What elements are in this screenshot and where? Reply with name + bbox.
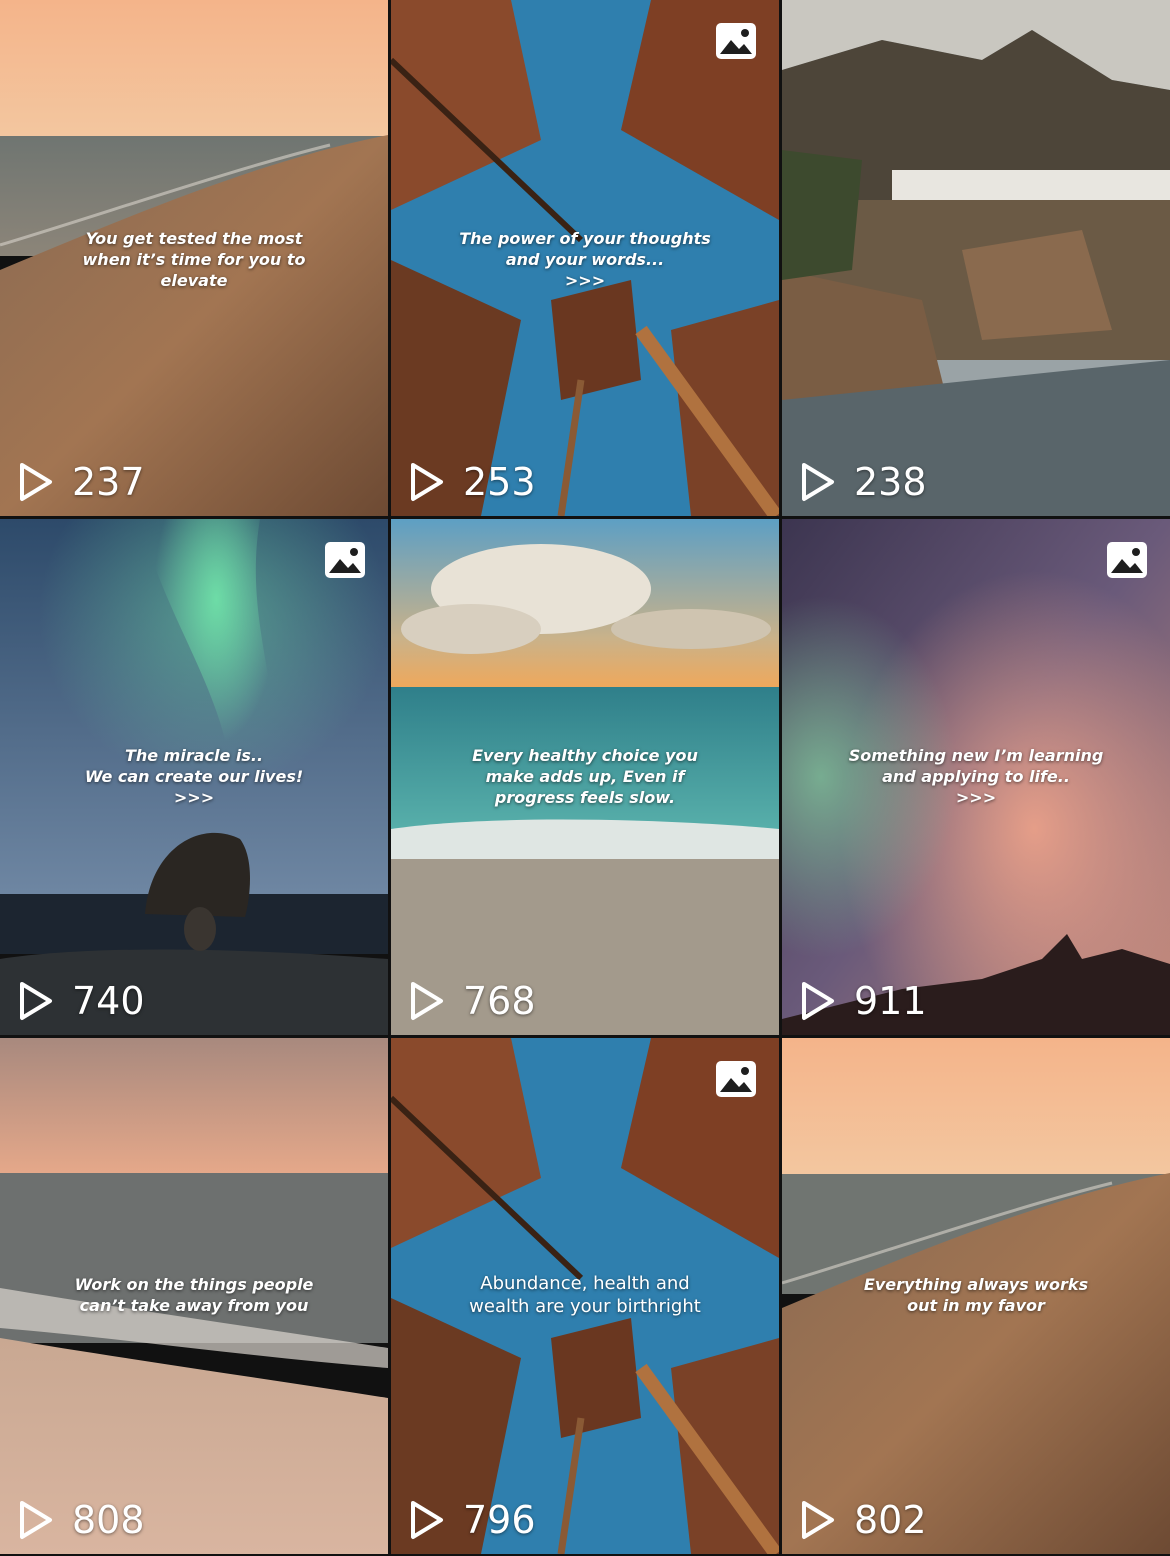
view-count-label: 808 — [72, 1498, 145, 1542]
view-count-label: 911 — [854, 979, 927, 1023]
tile-caption: Abundance, health and wealth are your bi… — [469, 1273, 701, 1317]
video-tile-2[interactable]: The power of your thoughts and your word… — [391, 0, 779, 516]
play-icon — [802, 463, 834, 501]
photo-carousel-icon — [325, 542, 365, 578]
video-tile-1[interactable]: You get tested the most when it’s time f… — [0, 0, 388, 516]
view-count: 740 — [18, 979, 145, 1023]
play-icon — [802, 1501, 834, 1539]
video-grid: You get tested the most when it’s time f… — [0, 0, 1170, 1556]
tile-caption: Work on the things people can’t take awa… — [74, 1275, 314, 1315]
view-count-label: 237 — [72, 460, 145, 504]
view-count: 237 — [18, 460, 145, 504]
tile-caption: The miracle is.. We can create our lives… — [84, 746, 304, 807]
play-icon — [20, 1501, 52, 1539]
view-count-label: 768 — [463, 979, 536, 1023]
view-count-label: 802 — [854, 1498, 927, 1542]
view-count-label: 796 — [463, 1498, 536, 1542]
view-count: 808 — [18, 1498, 145, 1542]
play-icon — [411, 1501, 443, 1539]
tile-caption: Everything always works out in my favor — [863, 1275, 1089, 1315]
photo-carousel-icon — [716, 1061, 756, 1097]
thumbnail-coastal-cliffs — [782, 0, 1170, 516]
play-icon — [20, 463, 52, 501]
tile-caption: Every healthy choice you make adds up, E… — [472, 746, 698, 807]
view-count: 911 — [800, 979, 927, 1023]
video-tile-9[interactable]: Everything always works out in my favor … — [782, 1038, 1170, 1554]
play-icon — [20, 982, 52, 1020]
video-tile-5[interactable]: Every healthy choice you make adds up, E… — [391, 519, 779, 1035]
view-count: 768 — [409, 979, 536, 1023]
play-icon — [802, 982, 834, 1020]
view-count-label: 238 — [854, 460, 927, 504]
play-icon — [411, 982, 443, 1020]
view-count: 796 — [409, 1498, 536, 1542]
tile-caption: You get tested the most when it’s time f… — [82, 229, 306, 290]
video-tile-7[interactable]: Work on the things people can’t take awa… — [0, 1038, 388, 1554]
view-count-label: 253 — [463, 460, 536, 504]
photo-carousel-icon — [716, 23, 756, 59]
video-tile-8[interactable]: Abundance, health and wealth are your bi… — [391, 1038, 779, 1554]
tile-caption: Something new I’m learning and applying … — [848, 746, 1104, 807]
video-tile-6[interactable]: Something new I’m learning and applying … — [782, 519, 1170, 1035]
video-tile-3[interactable]: 238 — [782, 0, 1170, 516]
tile-caption: The power of your thoughts and your word… — [459, 229, 711, 290]
view-count: 238 — [800, 460, 927, 504]
photo-carousel-icon — [1107, 542, 1147, 578]
view-count-label: 740 — [72, 979, 145, 1023]
view-count: 253 — [409, 460, 536, 504]
view-count: 802 — [800, 1498, 927, 1542]
video-tile-4[interactable]: The miracle is.. We can create our lives… — [0, 519, 388, 1035]
play-icon — [411, 463, 443, 501]
